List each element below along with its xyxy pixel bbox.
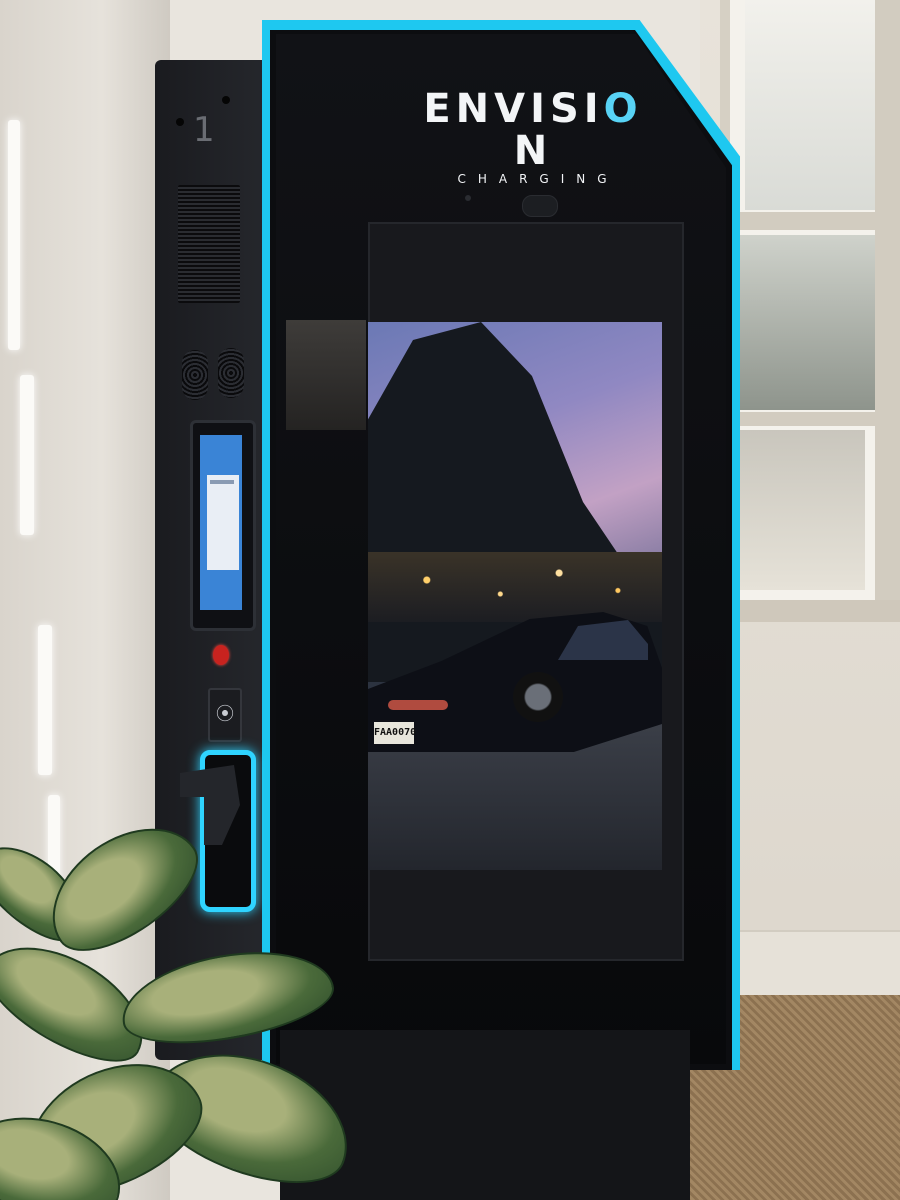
vent-grille xyxy=(178,185,240,303)
speaker-icon xyxy=(182,350,208,400)
brand-logo: ENVISIO N CHARGING xyxy=(418,88,648,186)
screen-reflection xyxy=(286,320,366,430)
emergency-stop-icon[interactable] xyxy=(213,645,229,665)
screw xyxy=(176,118,184,126)
light-stripe xyxy=(38,625,52,775)
window-pane xyxy=(745,0,885,210)
sensor-dot xyxy=(465,195,471,201)
window-pane xyxy=(720,430,865,590)
camera-icon xyxy=(522,195,558,217)
display-ad-image: FAA0070 xyxy=(368,322,662,870)
brand-subtitle: CHARGING xyxy=(457,172,619,186)
kiosk-base xyxy=(280,1030,690,1200)
window-mullion xyxy=(720,412,900,426)
kiosk-photo: ENVISIO N CHARGING FAA0070 1 ⦿ xyxy=(0,0,900,1200)
brand-name-right: N xyxy=(513,128,553,174)
window-mullion xyxy=(875,0,900,600)
city-lights xyxy=(368,552,662,622)
light-stripe xyxy=(8,120,20,350)
car-wheel xyxy=(513,672,563,722)
window-pane xyxy=(735,235,885,410)
contactless-payment-icon[interactable]: ⦿ xyxy=(208,688,242,742)
brand-name: ENVISIO N xyxy=(418,88,648,172)
screw xyxy=(222,96,230,104)
payment-terminal-dialog xyxy=(207,475,239,570)
license-plate: FAA0070 xyxy=(374,722,416,744)
window-mullion xyxy=(720,212,900,230)
light-stripe xyxy=(20,375,34,535)
brand-name-ring: O xyxy=(603,86,643,132)
brand-name-left: ENVISI xyxy=(423,86,604,132)
payment-dialog-line xyxy=(210,480,234,484)
unit-number: 1 xyxy=(193,110,215,150)
speaker-icon xyxy=(218,348,244,398)
car-headlight xyxy=(388,700,448,710)
